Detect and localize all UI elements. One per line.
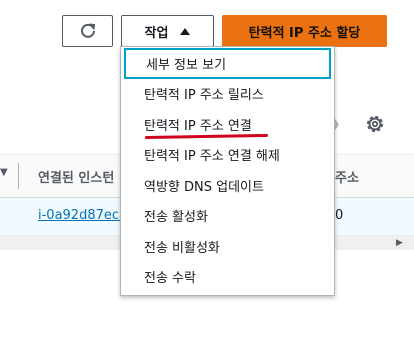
sort-down-icon[interactable]: ▼ — [0, 167, 8, 178]
caret-up-icon — [180, 27, 191, 35]
refresh-icon — [80, 23, 95, 38]
menu-item-release-elastic-ip[interactable]: 탄력적 IP 주소 릴리스 — [121, 79, 334, 110]
actions-label: 작업 — [144, 25, 169, 41]
menu-item-disable-transfer[interactable]: 전송 비활성화 — [121, 231, 334, 262]
refresh-button[interactable] — [62, 15, 113, 47]
scroll-right-icon[interactable]: ▶ — [396, 238, 403, 248]
allocate-elastic-ip-button[interactable]: 탄력적 IP 주소 할당 — [222, 15, 387, 47]
menu-item-view-details[interactable]: 세부 정보 보기 — [124, 48, 331, 79]
instance-id-link[interactable]: i-0a92d87eca — [38, 208, 127, 223]
row-address-value: 0 — [335, 208, 344, 223]
menu-item-update-reverse-dns[interactable]: 역방향 DNS 업데이트 — [121, 170, 334, 201]
column-header-associated-instance[interactable]: 연결된 인스턴 — [38, 167, 114, 186]
settings-gear-icon[interactable] — [364, 113, 386, 135]
column-divider — [18, 163, 19, 189]
menu-item-accept-transfer[interactable]: 전송 수락 — [121, 262, 334, 293]
actions-dropdown-button[interactable]: 작업 — [121, 15, 214, 47]
column-header-address[interactable]: 주소 — [335, 167, 359, 186]
allocate-elastic-ip-label: 탄력적 IP 주소 할당 — [248, 25, 361, 41]
menu-item-disassociate-elastic-ip[interactable]: 탄력적 IP 주소 연결 해제 — [121, 140, 334, 171]
actions-menu: 세부 정보 보기 탄력적 IP 주소 릴리스 탄력적 IP 주소 연결 탄력적 … — [120, 46, 335, 296]
menu-item-enable-transfer[interactable]: 전송 활성화 — [121, 201, 334, 232]
